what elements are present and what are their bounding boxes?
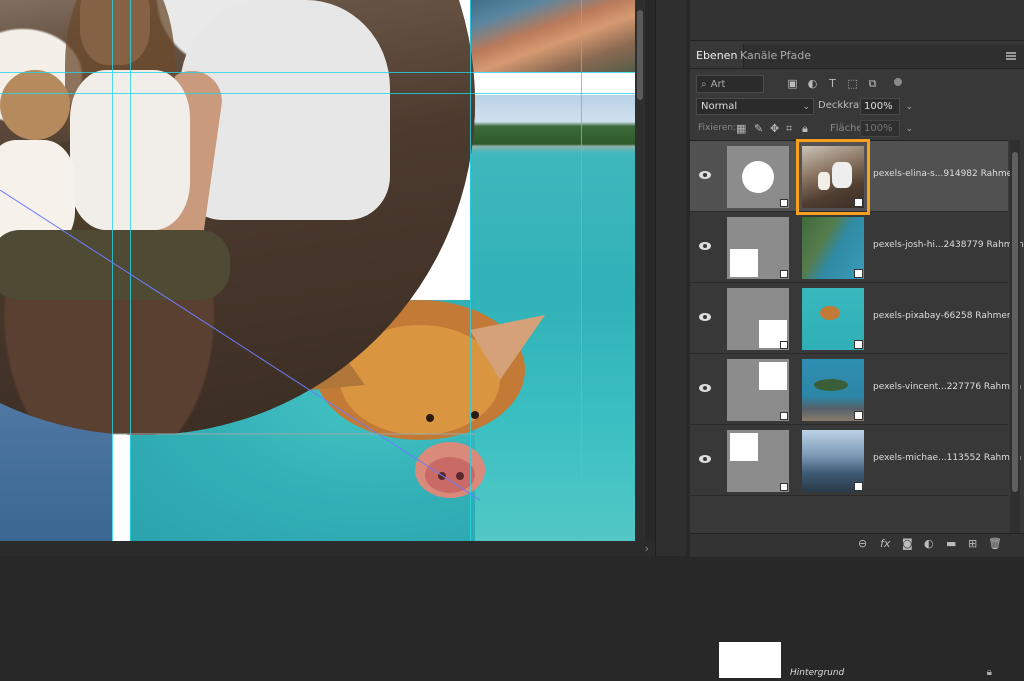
frame-badge-icon xyxy=(780,341,788,349)
frame-mask-thumbnail[interactable] xyxy=(727,430,789,492)
square-mask-shape xyxy=(730,433,758,461)
layer-row[interactable]: pexels-elina-s...914982 Rahmen xyxy=(690,139,1018,215)
frame-badge-icon xyxy=(780,199,788,207)
frame-mask-thumbnail[interactable] xyxy=(727,288,789,350)
pixel-filter-icon[interactable]: ▣ xyxy=(786,77,799,90)
document-page[interactable] xyxy=(0,0,645,541)
shape-filter-icon[interactable]: ⬚ xyxy=(846,77,859,90)
smart-object-icon xyxy=(854,340,863,349)
layer-name[interactable]: pexels-josh-hi...2438779 Rahmen xyxy=(873,240,1024,250)
lock-artboard-icon[interactable]: ⌗ xyxy=(786,122,792,136)
canvas-horizontal-scrollbar[interactable]: › xyxy=(0,541,655,556)
smart-object-filter-icon[interactable]: ⧉ xyxy=(866,77,879,90)
layer-name[interactable]: pexels-pixabay-66258 Rahmen xyxy=(873,311,1013,321)
layer-row[interactable]: pexels-vincent...227776 Rahmen xyxy=(690,354,1021,425)
document-canvas[interactable] xyxy=(0,0,645,541)
lock-paint-icon[interactable]: ✎ xyxy=(754,122,763,135)
frame-mask-thumbnail[interactable] xyxy=(727,146,789,208)
smart-object-icon xyxy=(854,411,863,420)
frame-badge-icon xyxy=(780,270,788,278)
visibility-eye-icon[interactable] xyxy=(699,384,711,392)
frame-badge-icon xyxy=(780,483,788,491)
chevron-down-icon[interactable]: ⌄ xyxy=(905,99,913,115)
blend-row: Normal ⌄ Deckkraft: 100% ⌄ xyxy=(690,97,1024,117)
lock-all-icon[interactable]: 🔒︎ xyxy=(802,122,808,136)
selection-highlight-box xyxy=(796,139,870,215)
lock-position-icon[interactable]: ✥ xyxy=(770,122,779,135)
scroll-right-arrow-icon[interactable]: › xyxy=(645,542,649,555)
blend-mode-value: Normal xyxy=(701,101,738,112)
frame-badge-icon xyxy=(780,412,788,420)
blend-mode-select[interactable]: Normal ⌄ xyxy=(696,98,814,115)
lock-transparent-icon[interactable]: ▦ xyxy=(736,122,746,135)
lock-label: Fixieren: xyxy=(698,123,737,133)
link-layers-icon[interactable]: ⊖ xyxy=(858,537,867,550)
adjustment-filter-icon[interactable]: ◐ xyxy=(806,77,819,90)
background-layer-name[interactable]: Hintergrund xyxy=(790,668,844,678)
visibility-eye-icon[interactable] xyxy=(699,455,711,463)
layer-name[interactable]: pexels-michae...113552 Rahmen xyxy=(873,453,1021,463)
layer-list: pexels-elina-s...914982 Rahmen pexels-jo… xyxy=(690,139,1024,678)
layers-scroll-thumb[interactable] xyxy=(1012,152,1018,492)
circle-mask-shape xyxy=(742,161,774,193)
layer-name[interactable]: pexels-vincent...227776 Rahmen xyxy=(873,382,1021,392)
layer-image-thumbnail[interactable] xyxy=(802,217,864,279)
layer-row[interactable]: pexels-michae...113552 Rahmen xyxy=(690,425,1021,496)
square-mask-shape xyxy=(730,249,758,277)
smart-object-icon xyxy=(854,269,863,278)
add-mask-icon[interactable]: ◙ xyxy=(902,537,913,550)
visibility-eye-icon[interactable] xyxy=(699,242,711,250)
layers-scrollbar[interactable] xyxy=(1010,140,1020,540)
new-layer-icon[interactable]: ⊞ xyxy=(968,537,977,550)
frame-mask-thumbnail[interactable] xyxy=(727,359,789,421)
background-thumbnail[interactable] xyxy=(719,642,781,678)
path-line xyxy=(0,189,481,501)
type-filter-icon[interactable]: T xyxy=(826,77,839,90)
lock-icon: 🔒︎ xyxy=(986,667,992,678)
smart-object-icon xyxy=(854,482,863,491)
layer-image-thumbnail[interactable] xyxy=(802,430,864,492)
background-layer-row[interactable]: Hintergrund 🔒︎ xyxy=(690,637,1008,681)
adjustment-layer-icon[interactable]: ◐ xyxy=(924,537,934,550)
canvas-vertical-scrollbar[interactable] xyxy=(635,0,645,541)
filter-kind-label: Art xyxy=(710,79,726,90)
panel-dock-strip xyxy=(655,0,686,556)
layer-name[interactable]: pexels-elina-s...914982 Rahmen xyxy=(873,169,1018,179)
layer-row[interactable]: pexels-pixabay-66258 Rahmen xyxy=(690,283,1013,354)
frame-mask-thumbnail[interactable] xyxy=(727,217,789,279)
new-group-icon[interactable]: ▬ xyxy=(946,537,956,550)
filter-toggle-icon[interactable] xyxy=(894,78,902,86)
layer-image-thumbnail[interactable] xyxy=(802,359,864,421)
visibility-eye-icon[interactable] xyxy=(699,313,711,321)
tab-pfade[interactable]: Pfade xyxy=(774,44,817,68)
fill-input[interactable]: 100% ⌄ xyxy=(860,120,913,137)
opacity-input[interactable]: 100% ⌄ xyxy=(860,98,913,115)
layers-panel: Ebenen Kanäle Pfade ⌕ Art ▣ ◐ T ⬚ ⧉ Norma… xyxy=(690,0,1024,678)
square-mask-shape xyxy=(759,362,787,390)
visibility-eye-icon[interactable] xyxy=(699,171,711,179)
layer-style-fx-icon[interactable]: fx xyxy=(880,537,890,550)
layer-row[interactable]: pexels-josh-hi...2438779 Rahmen xyxy=(690,212,1024,283)
delete-layer-icon[interactable]: 🗑︎ xyxy=(988,537,1002,550)
lock-row: Fixieren: ▦ ✎ ✥ ⌗ 🔒︎ Fläche: 100% ⌄ xyxy=(690,120,1024,138)
opacity-value: 100% xyxy=(864,101,893,112)
filter-kind-select[interactable]: ⌕ Art xyxy=(696,75,764,93)
chevron-down-icon[interactable]: ⌄ xyxy=(905,121,913,137)
layer-image-thumbnail[interactable] xyxy=(802,288,864,350)
panel-menu-icon[interactable] xyxy=(1006,52,1016,60)
chevron-down-icon: ⌄ xyxy=(802,102,810,112)
search-icon: ⌕ xyxy=(701,79,707,90)
layer-filter-row: ⌕ Art ▣ ◐ T ⬚ ⧉ xyxy=(690,72,1024,96)
upper-panel-area xyxy=(690,0,1024,41)
layers-bottom-toolbar: ⊖ fx ◙ ◐ ▬ ⊞ 🗑︎ xyxy=(690,533,1024,557)
fill-value: 100% xyxy=(864,123,893,134)
panel-tabs: Ebenen Kanäle Pfade xyxy=(690,44,1024,69)
canvas-scroll-thumb[interactable] xyxy=(637,10,643,100)
